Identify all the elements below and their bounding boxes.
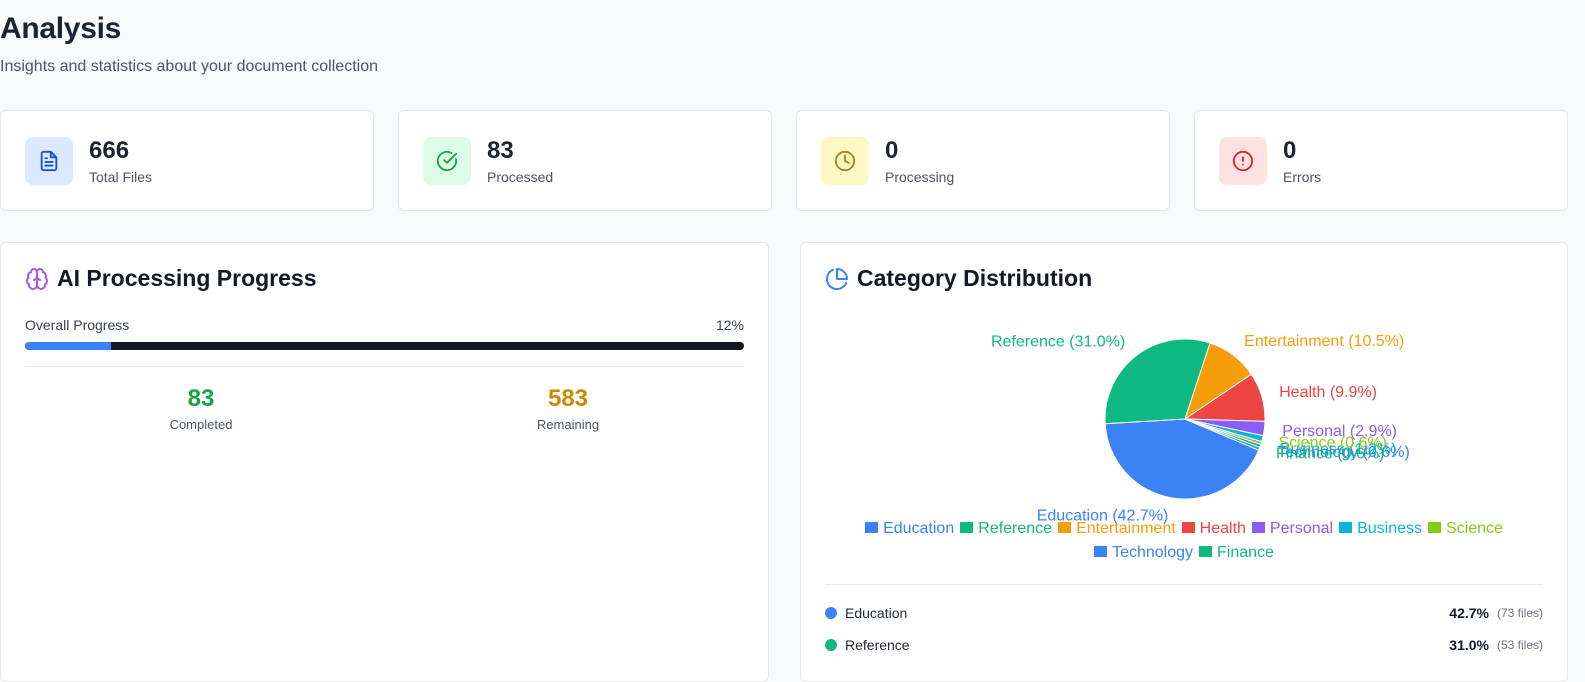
remaining-count: 583 Remaining xyxy=(468,385,668,432)
progress-bar-fill xyxy=(25,342,112,350)
pie-chart-icon xyxy=(826,267,848,290)
legend-label: Reference xyxy=(978,520,1053,537)
legend-label: Health xyxy=(1199,520,1246,537)
chart-legend: Education Reference Entertainment Health Per… xyxy=(825,517,1543,565)
stat-card-processed: 83 Processed xyxy=(398,110,772,211)
file-text-icon xyxy=(25,137,73,185)
legend-label: Entertainment xyxy=(1076,520,1176,537)
legend-swatch xyxy=(1199,546,1213,558)
overall-progress-percent: 12% xyxy=(715,317,744,333)
category-dot xyxy=(825,607,837,619)
page-subtitle: Insights and statistics about your docum… xyxy=(0,58,378,75)
pie-label-health: Health (9.9%) xyxy=(1279,384,1377,401)
pie-label-entertainment: Entertainment (10.5%) xyxy=(1244,333,1404,350)
legend-item-finance[interactable]: Finance xyxy=(1199,541,1274,565)
progress-bar xyxy=(25,342,744,350)
category-percent: 42.7% xyxy=(1449,605,1489,621)
category-files: (53 files) xyxy=(1496,638,1543,652)
legend-swatch xyxy=(1181,522,1195,534)
pie-label-finance: Finance (0.6%) xyxy=(1276,445,1385,462)
stat-value: 666 xyxy=(89,137,130,164)
stat-label: Processing xyxy=(885,169,955,185)
stat-value: 0 xyxy=(1283,137,1297,164)
legend-swatch xyxy=(865,522,879,534)
legend-item-education[interactable]: Education xyxy=(865,517,954,541)
remaining-value: 583 xyxy=(547,385,589,412)
legend-item-health[interactable]: Health xyxy=(1181,517,1246,541)
legend-swatch xyxy=(960,522,974,534)
legend-swatch xyxy=(1428,522,1441,534)
pie-chart: Education (42.7%)Reference (31.0%) Entert… xyxy=(991,333,1410,525)
completed-value: 83 xyxy=(187,385,215,412)
legend-label: Technology xyxy=(1112,544,1194,561)
page-title: Analysis xyxy=(0,12,121,45)
legend-swatch xyxy=(1339,522,1353,534)
stat-card-processing: 0 Processing xyxy=(796,110,1170,211)
brain-icon xyxy=(26,267,48,290)
legend-item-business[interactable]: Business xyxy=(1339,517,1422,541)
pie-label-reference: Reference (31.0%) xyxy=(991,333,1125,350)
legend-swatch xyxy=(1058,522,1072,534)
category-row: Education 42.7% (73 files) xyxy=(825,602,1543,624)
stat-value: 0 xyxy=(885,137,899,164)
remaining-label: Remaining xyxy=(536,417,600,432)
stat-label: Processed xyxy=(487,169,554,185)
legend-item-reference[interactable]: Reference xyxy=(960,517,1052,541)
panel-title: AI Processing Progress xyxy=(25,265,317,292)
stat-value: 83 xyxy=(487,137,514,164)
category-name: Reference xyxy=(845,637,910,653)
overall-progress-label: Overall Progress xyxy=(25,317,130,333)
panel-title-text: Category Distribution xyxy=(857,265,1093,291)
ai-processing-progress-panel: AI Processing Progress Overall Progress … xyxy=(0,242,769,682)
legend-label: Personal xyxy=(1269,520,1334,537)
category-distribution-panel: Category Distribution Education (42.7%) R… xyxy=(800,242,1568,682)
panel-title-text: AI Processing Progress xyxy=(57,265,317,291)
clock-icon xyxy=(821,137,869,185)
divider xyxy=(825,584,1543,585)
legend-label: Finance xyxy=(1217,544,1274,561)
category-row: Reference 31.0% (53 files) xyxy=(825,634,1543,656)
divider xyxy=(25,366,744,367)
legend-label: Science xyxy=(1446,520,1503,537)
stat-card-errors: 0 Errors xyxy=(1194,110,1568,211)
legend-swatch xyxy=(1251,522,1265,534)
completed-label: Completed xyxy=(169,417,233,432)
legend-item-personal[interactable]: Personal xyxy=(1251,517,1334,541)
category-files: (73 files) xyxy=(1496,606,1543,620)
category-name: Education xyxy=(845,605,908,621)
stat-label: Total Files xyxy=(89,169,153,185)
panel-title: Category Distribution xyxy=(825,265,1092,292)
category-dot xyxy=(825,639,837,651)
legend-item-science[interactable]: Science xyxy=(1428,517,1503,541)
check-circle-icon xyxy=(423,137,471,185)
legend-swatch xyxy=(1094,546,1108,558)
category-percent: 31.0% xyxy=(1449,637,1489,653)
legend-item-entertainment[interactable]: Entertainment xyxy=(1058,517,1176,541)
legend-item-technology[interactable]: Technology xyxy=(1094,541,1193,565)
legend-label: Business xyxy=(1357,520,1422,537)
legend-label: Education xyxy=(883,520,955,537)
stat-card-total-files: 666 Total Files xyxy=(0,110,374,211)
completed-count: 83 Completed xyxy=(101,385,301,432)
stat-label: Errors xyxy=(1283,169,1322,185)
alert-circle-icon xyxy=(1219,137,1267,185)
